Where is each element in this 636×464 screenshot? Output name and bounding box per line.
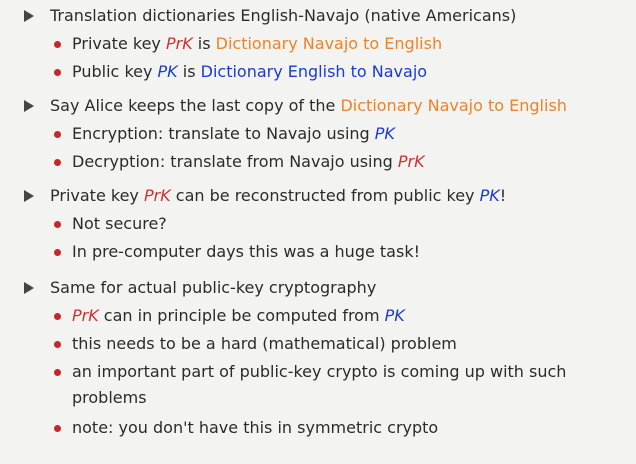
section4-bullet2: this needs to be a hard (mathematical) p…	[54, 330, 457, 358]
round-bullet-icon	[54, 249, 61, 256]
section4-bullet1: PrK can in principle be computed from PK	[54, 302, 405, 330]
section4-bullet3-continuation: problems	[72, 388, 147, 407]
triangle-bullet-icon	[24, 10, 34, 22]
round-bullet-icon	[54, 41, 61, 48]
triangle-bullet-icon	[24, 100, 34, 112]
round-bullet-icon	[54, 341, 61, 348]
section3-heading: Private key PrK can be reconstructed fro…	[24, 182, 506, 210]
triangle-bullet-icon	[24, 282, 34, 294]
section3-bullet2: In pre-computer days this was a huge tas…	[54, 238, 420, 266]
section1-bullet1: Private key PrK is Dictionary Navajo to …	[54, 30, 442, 58]
section3-bullet1: Not secure?	[54, 210, 167, 238]
section2-heading: Say Alice keeps the last copy of the Dic…	[24, 92, 567, 120]
section2-bullet2: Decryption: translate from Navajo using …	[54, 148, 425, 176]
round-bullet-icon	[54, 159, 61, 166]
triangle-bullet-icon	[24, 190, 34, 202]
round-bullet-icon	[54, 313, 61, 320]
section4-bullet4: note: you don't have this in symmetric c…	[54, 414, 438, 442]
section4-bullet3: an important part of public-key crypto i…	[54, 358, 566, 386]
round-bullet-icon	[54, 69, 61, 76]
round-bullet-icon	[54, 131, 61, 138]
section1-bullet2: Public key PK is Dictionary English to N…	[54, 58, 427, 86]
round-bullet-icon	[54, 221, 61, 228]
round-bullet-icon	[54, 369, 61, 376]
section4-heading: Same for actual public-key cryptography	[24, 274, 376, 302]
section1-heading: Translation dictionaries English-Navajo …	[24, 2, 516, 30]
round-bullet-icon	[54, 425, 61, 432]
section2-bullet1: Encryption: translate to Navajo using PK	[54, 120, 395, 148]
slide: Translation dictionaries English-Navajo …	[0, 0, 636, 464]
